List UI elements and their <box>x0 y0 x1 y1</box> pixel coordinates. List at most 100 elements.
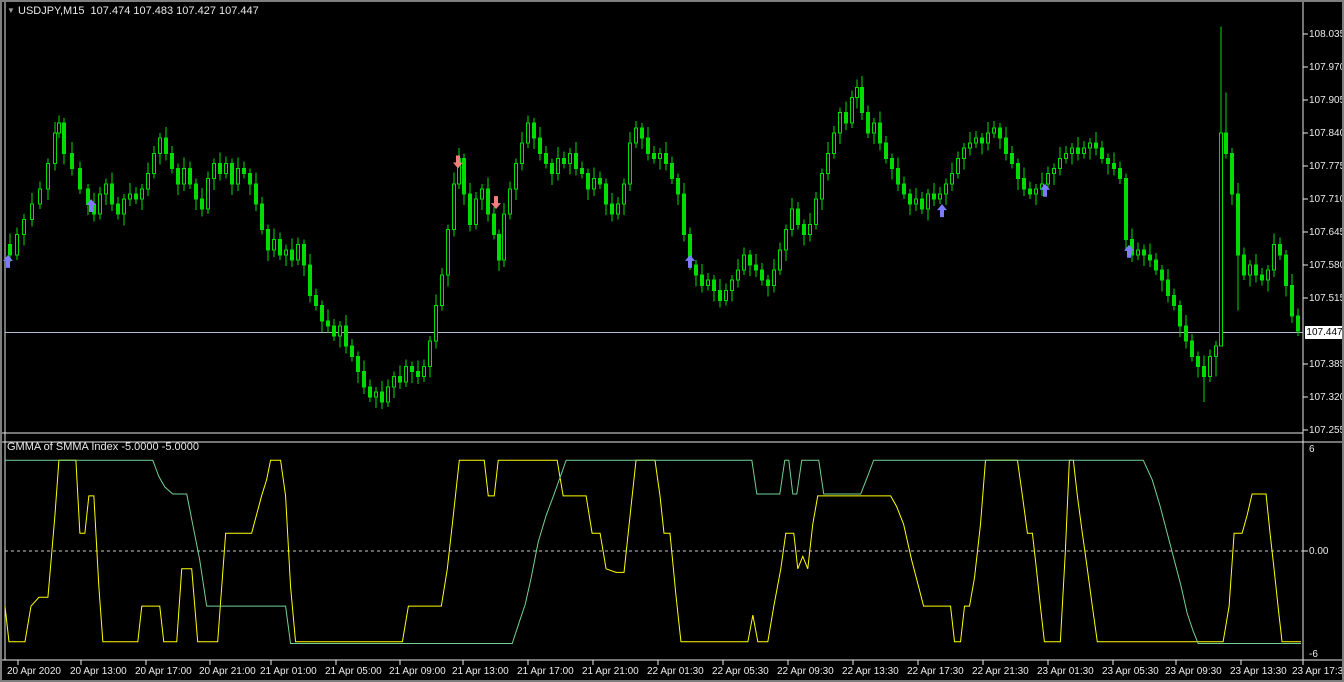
candle-body <box>580 168 584 175</box>
price-axis-label: 107.775 <box>1309 160 1344 172</box>
time-axis-label: 20 Apr 13:00 <box>70 666 127 677</box>
candle-body <box>956 157 960 175</box>
candle-body <box>526 122 530 144</box>
candle-body <box>1034 188 1038 195</box>
candle-body <box>104 183 108 195</box>
time-axis-label: 23 Apr 01:30 <box>1037 666 1094 677</box>
candle-body <box>8 244 12 256</box>
time-axis-label: 22 Apr 05:30 <box>712 666 769 677</box>
candle-body <box>658 152 662 159</box>
candle-body <box>176 168 180 185</box>
chart-title-ohlc: USDJPY,M15 107.474 107.483 107.427 107.4… <box>18 5 259 17</box>
chart-canvas[interactable] <box>2 2 1342 680</box>
candle-body <box>784 228 788 251</box>
candle-body <box>616 203 620 215</box>
price-axis-label: 107.580 <box>1309 259 1344 271</box>
candle-body <box>62 122 66 154</box>
candle-body <box>1248 264 1252 276</box>
candle-body <box>236 168 240 185</box>
candle-body <box>502 213 506 261</box>
candle-body <box>550 162 554 175</box>
candle-body <box>224 162 228 175</box>
candle-body <box>1214 345 1218 357</box>
candle-body <box>278 239 282 256</box>
candle-body <box>1284 254 1288 286</box>
candle-body <box>920 198 924 210</box>
indicator-title: GMMA of SMMA Index -5.0000 -5.0000 <box>7 441 199 453</box>
candle-body <box>844 112 848 124</box>
candle-body <box>932 193 936 200</box>
candle-body <box>1046 173 1050 185</box>
time-axis-label: 23 Apr 17:30 <box>1292 666 1344 677</box>
candle-body <box>314 294 318 307</box>
candle-body <box>1094 142 1098 149</box>
candle-body <box>586 173 590 190</box>
candle-body <box>212 162 216 180</box>
candle-body <box>1172 294 1176 307</box>
candle-body <box>532 122 536 139</box>
candle-body <box>140 188 144 200</box>
candle-body <box>1260 274 1264 281</box>
candle-body <box>1082 147 1086 154</box>
candle-body <box>248 173 252 185</box>
candle-body <box>1184 325 1188 342</box>
candle-body <box>980 137 984 144</box>
candle-body <box>338 325 342 337</box>
candle-body <box>1148 254 1152 261</box>
candle-body <box>368 386 372 398</box>
candle-body <box>164 137 168 154</box>
candle-body <box>652 152 656 159</box>
candle-body <box>938 193 942 200</box>
indicator-axis-label: 6 <box>1309 444 1315 456</box>
candle-body <box>422 366 426 378</box>
candle-body <box>706 279 710 286</box>
time-axis-label: 22 Apr 01:30 <box>647 666 704 677</box>
time-axis-label: 21 Apr 09:00 <box>389 666 446 677</box>
current-price-badge: 107.447 <box>1305 326 1343 340</box>
candle-body <box>1142 249 1146 256</box>
time-axis-label: 23 Apr 09:30 <box>1165 666 1222 677</box>
candle-body <box>556 157 560 175</box>
candle-body <box>284 249 288 256</box>
candle-body <box>646 137 650 154</box>
candle-body <box>520 142 524 164</box>
candle-body <box>1278 244 1282 256</box>
candle-body <box>754 264 758 271</box>
candle-body <box>634 127 638 144</box>
buy-arrow-icon <box>937 204 947 218</box>
candle-body <box>242 168 246 175</box>
sell-arrow-icon <box>453 155 463 169</box>
candle-body <box>78 168 82 190</box>
candle-body <box>362 371 366 388</box>
candle-body <box>146 173 150 190</box>
candle-body <box>1290 284 1294 317</box>
time-axis-label: 23 Apr 05:30 <box>1102 666 1159 677</box>
time-axis-label: 21 Apr 21:00 <box>582 666 639 677</box>
buy-arrow-icon <box>685 254 695 268</box>
candle-body <box>890 157 894 170</box>
candle-body <box>1202 366 1206 378</box>
candle-body <box>718 289 722 302</box>
candle-body <box>820 173 824 200</box>
candle-body <box>508 188 512 215</box>
candle-body <box>110 183 114 205</box>
candle-body <box>574 152 578 170</box>
indicator-axis-label: -6 <box>1309 648 1318 660</box>
candle-body <box>158 137 162 154</box>
candle-body <box>1004 137 1008 154</box>
candle-body <box>896 168 900 185</box>
candle-body <box>462 157 466 195</box>
candle-body <box>486 188 490 215</box>
candle-body <box>53 132 57 164</box>
price-axis-label: 107.710 <box>1309 193 1344 205</box>
candle-body <box>1076 147 1080 154</box>
candle-body <box>742 254 746 271</box>
candle-body <box>826 152 830 175</box>
candle-body <box>838 112 842 134</box>
symbol-dropdown-caret-icon[interactable]: ▼ <box>7 5 15 16</box>
price-axis-label: 107.905 <box>1309 94 1344 106</box>
candle-body <box>968 142 972 149</box>
candle-body <box>254 183 258 205</box>
candle-body <box>374 391 378 398</box>
price-axis-label: 107.515 <box>1309 292 1344 304</box>
